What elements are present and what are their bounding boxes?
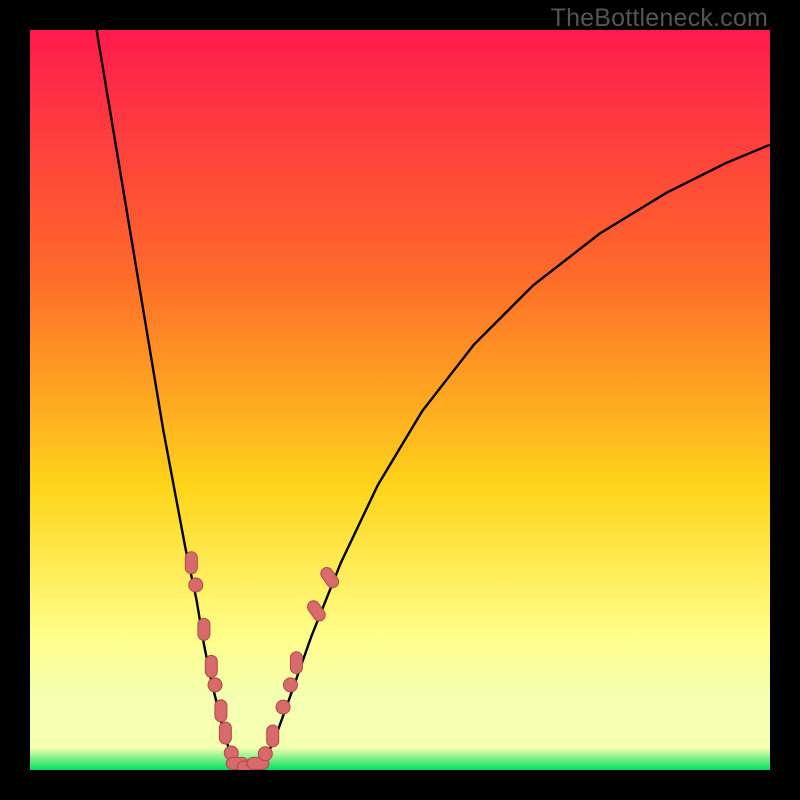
curve-marker: [208, 678, 222, 692]
curve-marker: [205, 655, 217, 677]
curve-marker: [258, 747, 272, 761]
curve-marker: [219, 722, 231, 744]
curve-marker: [185, 552, 197, 574]
chart-plot-area: [30, 30, 770, 770]
watermark-text: TheBottleneck.com: [551, 4, 768, 33]
curve-marker: [290, 652, 302, 674]
curve-marker: [283, 678, 297, 692]
curve-marker: [276, 700, 290, 714]
curve-marker: [189, 578, 203, 592]
chart-svg: [30, 30, 770, 770]
chart-frame: TheBottleneck.com: [0, 0, 800, 800]
gradient-bg: [30, 30, 770, 770]
curve-marker: [267, 725, 279, 747]
curve-marker: [215, 700, 227, 722]
curve-marker: [198, 618, 210, 640]
